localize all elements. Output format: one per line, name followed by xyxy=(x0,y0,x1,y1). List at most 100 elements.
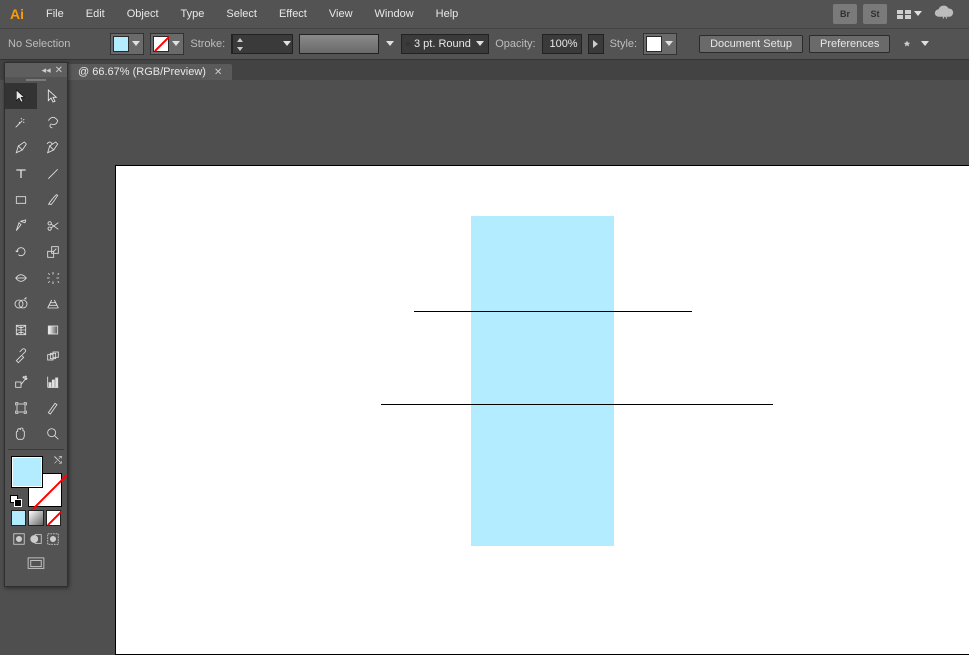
tools-panel-header[interactable]: ◂◂ ✕ xyxy=(5,63,67,77)
menu-effect[interactable]: Effect xyxy=(269,5,317,23)
menu-edit[interactable]: Edit xyxy=(76,5,115,23)
scale-tool[interactable] xyxy=(37,239,69,265)
column-graph-tool[interactable] xyxy=(37,369,69,395)
menu-object[interactable]: Object xyxy=(117,5,169,23)
opacity-label: Opacity: xyxy=(495,38,535,50)
opacity-popup-button[interactable] xyxy=(588,34,604,54)
style-swatch xyxy=(646,36,662,52)
type-tool[interactable] xyxy=(5,161,37,187)
curvature-tool[interactable] xyxy=(37,135,69,161)
shape-builder-tool[interactable] xyxy=(5,291,37,317)
workspace xyxy=(0,80,969,655)
stroke-weight-input[interactable] xyxy=(231,34,293,54)
color-mode-gradient-button[interactable] xyxy=(28,510,43,526)
chevron-down-icon xyxy=(171,39,181,49)
tab-title: @ 66.67% (RGB/Preview) xyxy=(78,66,206,78)
color-mode-none-button[interactable] xyxy=(46,510,61,526)
stroke-weight-label: Stroke: xyxy=(190,38,225,50)
line-segment-tool[interactable] xyxy=(37,161,69,187)
sync-settings-icon[interactable] xyxy=(933,3,955,25)
stroke-weight-field[interactable] xyxy=(246,36,282,52)
chevron-down-icon[interactable] xyxy=(282,39,292,49)
canvas-line-2[interactable] xyxy=(381,404,773,405)
default-fill-stroke-icon[interactable] xyxy=(10,495,22,507)
menu-window[interactable]: Window xyxy=(365,5,424,23)
brush-label: 3 pt. Round xyxy=(414,38,471,50)
collapse-icon[interactable]: ◂◂ xyxy=(42,65,51,76)
free-transform-tool[interactable] xyxy=(37,265,69,291)
magic-wand-tool[interactable] xyxy=(5,109,37,135)
chevron-down-icon[interactable] xyxy=(385,39,395,49)
fill-color-control[interactable] xyxy=(110,33,144,55)
bullet-icon xyxy=(406,42,410,46)
draw-normal-button[interactable] xyxy=(12,532,26,549)
stroke-color-control[interactable] xyxy=(150,33,184,55)
chevron-down-icon xyxy=(913,9,923,19)
style-label: Style: xyxy=(610,38,638,50)
perspective-grid-tool[interactable] xyxy=(37,291,69,317)
canvas-line-1[interactable] xyxy=(414,311,692,312)
symbol-sprayer-tool[interactable] xyxy=(5,369,37,395)
paintbrush-tool[interactable] xyxy=(37,187,69,213)
canvas-rectangle-shape[interactable] xyxy=(471,216,614,546)
draw-inside-button[interactable] xyxy=(46,532,60,549)
menu-view[interactable]: View xyxy=(319,5,363,23)
opacity-value-field[interactable]: 100% xyxy=(542,34,582,54)
stroke-increase-button[interactable] xyxy=(232,35,246,44)
fill-indicator[interactable] xyxy=(11,456,43,488)
zoom-tool[interactable] xyxy=(37,421,69,447)
mesh-tool[interactable] xyxy=(5,317,37,343)
selection-status-label: No Selection xyxy=(8,38,70,50)
control-bar: No Selection Stroke: 3 pt. Round Opacity… xyxy=(0,28,969,60)
direct-selection-tool[interactable] xyxy=(37,83,69,109)
hand-tool[interactable] xyxy=(5,421,37,447)
preferences-button[interactable]: Preferences xyxy=(809,35,890,53)
rectangle-tool[interactable] xyxy=(5,187,37,213)
app-logo: Ai xyxy=(6,3,28,25)
artboard[interactable] xyxy=(115,165,969,655)
document-setup-button[interactable]: Document Setup xyxy=(699,35,803,53)
chevron-down-icon xyxy=(475,39,484,49)
chevron-down-icon[interactable] xyxy=(920,39,930,49)
menubar: Ai File Edit Object Type Select Effect V… xyxy=(0,0,969,28)
menu-select[interactable]: Select xyxy=(216,5,267,23)
shaper-tool[interactable] xyxy=(5,213,37,239)
width-tool[interactable] xyxy=(5,265,37,291)
stock-app-icon[interactable]: St xyxy=(863,4,887,24)
chevron-down-icon xyxy=(664,39,674,49)
graphic-style-dropdown[interactable] xyxy=(643,33,677,55)
blend-tool[interactable] xyxy=(37,343,69,369)
fill-stroke-indicator[interactable]: ⤭ xyxy=(11,456,61,506)
color-mode-solid-button[interactable] xyxy=(11,510,26,526)
variable-width-profile-dropdown[interactable] xyxy=(299,34,379,54)
tools-panel: ◂◂ ✕ ⤭ xyxy=(4,62,68,587)
color-controls: ⤭ xyxy=(5,452,67,586)
change-screen-mode-button[interactable] xyxy=(27,557,45,574)
close-icon[interactable]: ✕ xyxy=(214,67,222,78)
fill-swatch xyxy=(113,36,129,52)
menu-help[interactable]: Help xyxy=(426,5,469,23)
document-tab[interactable]: @ 66.67% (RGB/Preview) ✕ xyxy=(68,64,232,80)
gradient-tool[interactable] xyxy=(37,317,69,343)
artboard-tool[interactable] xyxy=(5,395,37,421)
arrange-documents-button[interactable] xyxy=(893,7,927,21)
chevron-down-icon xyxy=(131,39,141,49)
rotate-tool[interactable] xyxy=(5,239,37,265)
selection-tool[interactable] xyxy=(5,83,37,109)
scissors-tool[interactable] xyxy=(37,213,69,239)
brush-definition-dropdown[interactable]: 3 pt. Round xyxy=(401,34,489,54)
close-icon[interactable]: ✕ xyxy=(55,65,63,76)
draw-behind-button[interactable] xyxy=(29,532,43,549)
menu-type[interactable]: Type xyxy=(171,5,215,23)
bridge-app-icon[interactable]: Br xyxy=(833,4,857,24)
slice-tool[interactable] xyxy=(37,395,69,421)
stroke-decrease-button[interactable] xyxy=(232,44,246,53)
lasso-tool[interactable] xyxy=(37,109,69,135)
control-flyout-button[interactable] xyxy=(896,33,918,55)
stroke-swatch xyxy=(153,36,169,52)
pen-tool[interactable] xyxy=(5,135,37,161)
document-tab-bar: @ 66.67% (RGB/Preview) ✕ xyxy=(0,60,969,80)
swap-fill-stroke-icon[interactable]: ⤭ xyxy=(54,455,62,466)
eyedropper-tool[interactable] xyxy=(5,343,37,369)
menu-file[interactable]: File xyxy=(36,5,74,23)
